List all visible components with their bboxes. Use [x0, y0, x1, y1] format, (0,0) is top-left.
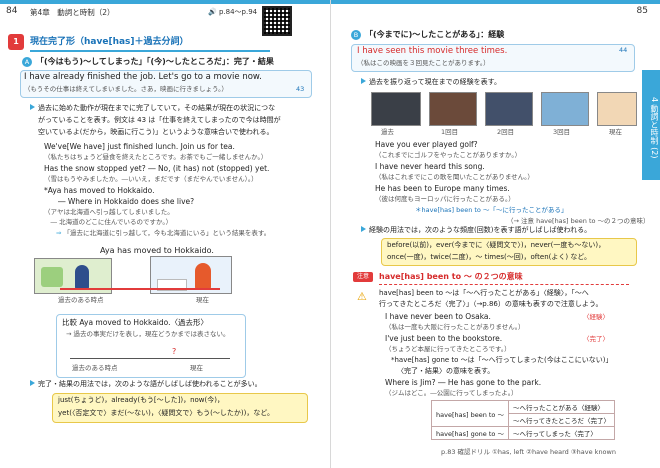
- table-cell: ～へ行ってしまった〈完了〉: [507, 426, 615, 440]
- r2-english: I have never heard this song.: [375, 162, 485, 171]
- caution-title: have[has] been to ～ の２つの意味: [379, 272, 523, 281]
- table-left-cell: have[has] been to ～: [431, 400, 509, 427]
- c4-japanese: （ちょうど本屋に行ってきたところです。）: [385, 345, 511, 353]
- table-cell: ～へ行ってきたところだ〈完了〉: [507, 413, 615, 427]
- timeline-arrow: [60, 288, 220, 290]
- top-band: [0, 0, 330, 4]
- sentence1-english: We've[We have] just finished lunch. Join…: [44, 142, 235, 151]
- r3-english: He has been to Europe many times.: [375, 184, 510, 193]
- compare-note: → 過去の事実だけを表し，現在どうかまでは表さない。: [66, 330, 230, 338]
- image-label-0: 過去: [381, 128, 394, 136]
- c5-line1: *have[has] gone to ～は「～へ行ってしまった(今はここにいない…: [391, 356, 613, 364]
- c3-tag: 〈経験〉: [583, 313, 609, 321]
- caution-line2: 行ってきたところだ〈完了〉」（→p.86）の意味も表すので注意しよう。: [379, 300, 603, 308]
- figure-label-past: 過去のある時点: [58, 296, 104, 304]
- c4-english: I've just been to the bookstore.: [385, 334, 503, 343]
- note-text: ⇒ 「過去に北海道に引っ越して，今も北海道にいる」という結果を表す。: [56, 229, 271, 237]
- warning-icon: ⚠: [357, 290, 367, 303]
- compare-label-past: 過去のある時点: [72, 364, 118, 372]
- example-44-english: I have seen this movie three times.: [357, 46, 508, 56]
- para1-line1: 過去に始めた動作が現在までに完了していて，その結果が現在の状況につな: [30, 104, 275, 113]
- footer-drill: p.83 確認ドリル ①has, left ②have heard ③have …: [441, 448, 616, 456]
- sub-b-title: 「(今までに)～したことがある」：経験: [365, 30, 505, 39]
- image-label-4: 現在: [609, 128, 622, 136]
- sentence3-japanese2: ― 北海道のどこに住んでいるのですか。）: [44, 218, 173, 226]
- image-third: [541, 92, 589, 126]
- compare-question-mark: ?: [172, 347, 177, 356]
- section-title: 現在完了形（have[has]＋過去分詞）: [30, 37, 189, 47]
- compare-title: 比較 Aya moved to Hokkaido.〈過去形〉: [62, 318, 208, 327]
- image-first: [429, 92, 477, 126]
- caution-divider: [379, 284, 629, 285]
- page-number: 84: [6, 6, 18, 16]
- page-reference: 🔊 p.84～p.94: [208, 8, 258, 16]
- been-note: ＊have[has] been to ～「～に行ったことがある」: [415, 206, 568, 214]
- page-number-right: 85: [636, 6, 648, 16]
- sentence3-english: *Aya has moved to Hokkaido.: [44, 186, 155, 195]
- image-label-2: 2回目: [497, 128, 515, 136]
- table-row: have[has] gone to ～ ～へ行ってしまった〈完了〉: [431, 426, 615, 440]
- figure-caption: Aya has moved to Hokkaido.: [100, 246, 214, 255]
- left-page: 84 第4章 動詞と時制（2） 🔊 p.84～p.94 1 現在完了形（have…: [0, 0, 330, 468]
- frequency-line2: once(一度)，twice(二度)，～ times(～回)，often(よく)…: [387, 253, 591, 261]
- c6-japanese: （ジムはどこ。―公園に行ってしまったよ。）: [385, 389, 518, 397]
- sub-a-marker: A: [22, 57, 32, 67]
- adverb-lead: 完了・結果の用法では，次のような語がしばしば使われることが多い。: [30, 380, 262, 389]
- section-number: 1: [8, 34, 24, 50]
- figure-label-now: 現在: [196, 296, 209, 304]
- para1-line2: がっていることを表す。例文は 43 は「仕事を終えてしまったので今は時間が: [38, 116, 281, 124]
- sentence3-english-reply: ― Where in Hokkaido does she live?: [58, 197, 195, 206]
- title-underline: [30, 50, 270, 52]
- chapter-title: 第4章 動詞と時制（2）: [30, 8, 115, 17]
- sentence2-english: Has the snow stopped yet? ― No, (it has)…: [44, 164, 270, 173]
- image-past: [371, 92, 421, 126]
- c5-line2: 〈完了・結果〉の意味を表す。: [397, 367, 495, 375]
- example-44-number: 44: [619, 46, 628, 54]
- caution-line1: have[has] been to ～は「～へ行ったことがある」〈経験〉，「～へ: [379, 289, 589, 297]
- image-now: [597, 92, 637, 126]
- compare-label-now: 現在: [190, 364, 203, 372]
- caution-badge: 注意: [353, 272, 373, 282]
- image-label-3: 3回目: [553, 128, 571, 136]
- sub-b-marker: B: [351, 30, 361, 40]
- c6-english: Where is Jim? ― He has gone to the park.: [385, 378, 542, 387]
- sentence1-japanese: （私たちはちょうど昼食を終えたところです。お茶でもご一緒しませんか。）: [44, 153, 268, 161]
- top-band-right: [331, 0, 660, 4]
- example-43-japanese: （もうその仕事は終えてしまいました。さあ，映画に行きましょう。）: [24, 85, 228, 93]
- para1-line3: 空いているよ(だから，映画に行こう)」というような意味合いで使われる。: [38, 128, 274, 136]
- r3-japanese: （彼は何度もヨーロッパに行ったことがある。）: [375, 195, 515, 203]
- adverb-line2: yet(〈否定文で〉まだ(～ない)，〈疑問文で〉もう(～したか))，など。: [58, 409, 275, 417]
- sentence3-japanese: （アヤは北海道へ引っ越してしまいました。: [44, 208, 174, 216]
- para2: 過去を振り返って現在までの経験を表す。: [361, 78, 501, 87]
- image-label-1: 1回目: [441, 128, 459, 136]
- c3-japanese: （私は一度も大阪に行ったことがありません。）: [385, 323, 525, 331]
- audio-icon[interactable]: 🔊: [208, 8, 217, 16]
- sub-a-title: 「(今はもう)～してしまった」「(今)～したところだ」：完了・結果: [36, 57, 274, 66]
- comparison-table: have[has] been to ～ ～へ行ったことがある〈経験〉 ～へ行って…: [431, 400, 615, 440]
- compare-timeline: [70, 358, 230, 359]
- example-43-english: I have already finished the job. Let's g…: [24, 72, 262, 82]
- right-page: 85 4 動詞と時制 (2) B 「(今までに)～したことがある」：経験 I h…: [330, 0, 660, 468]
- r1-english: Have you ever played golf?: [375, 140, 478, 149]
- c3-english: I have never been to Osaka.: [385, 312, 491, 321]
- adverb-line1: just(ちょうど)，already(もう[～した])，now(今)，: [58, 396, 224, 404]
- reference-note: （→ 注意 have[has] been to ～の２つの意味）: [507, 217, 650, 225]
- image-second: [485, 92, 533, 126]
- sentence2-japanese: （雪はもうやみましたか。―いいえ，まだです（まだやんでいません）。）: [44, 175, 258, 183]
- example-44-japanese: （私はこの映画を３回見たことがあります。）: [357, 59, 490, 67]
- table-left-cell-2: have[has] gone to ～: [431, 426, 509, 440]
- example-43-number: 43: [296, 85, 305, 93]
- r1-japanese: （これまでにゴルフをやったことがありますか。）: [375, 151, 522, 159]
- table-cell: ～へ行ったことがある〈経験〉: [507, 400, 615, 414]
- table-row: have[has] been to ～ ～へ行ったことがある〈経験〉: [431, 400, 615, 427]
- para3: 経験の用法では，次のような頻度(回数)を表す語がしばしば使われる。: [361, 226, 591, 235]
- r2-japanese: （私はこれまでにこの歌を聞いたことがありません。）: [375, 173, 534, 181]
- qr-code[interactable]: [262, 6, 292, 36]
- frequency-line1: before(以前)，ever(今までに〈疑問文で〉)，never(一度も～ない…: [387, 241, 606, 249]
- chapter-side-tab: 4 動詞と時制 (2): [642, 70, 660, 180]
- c4-tag: 〈完了〉: [583, 335, 609, 343]
